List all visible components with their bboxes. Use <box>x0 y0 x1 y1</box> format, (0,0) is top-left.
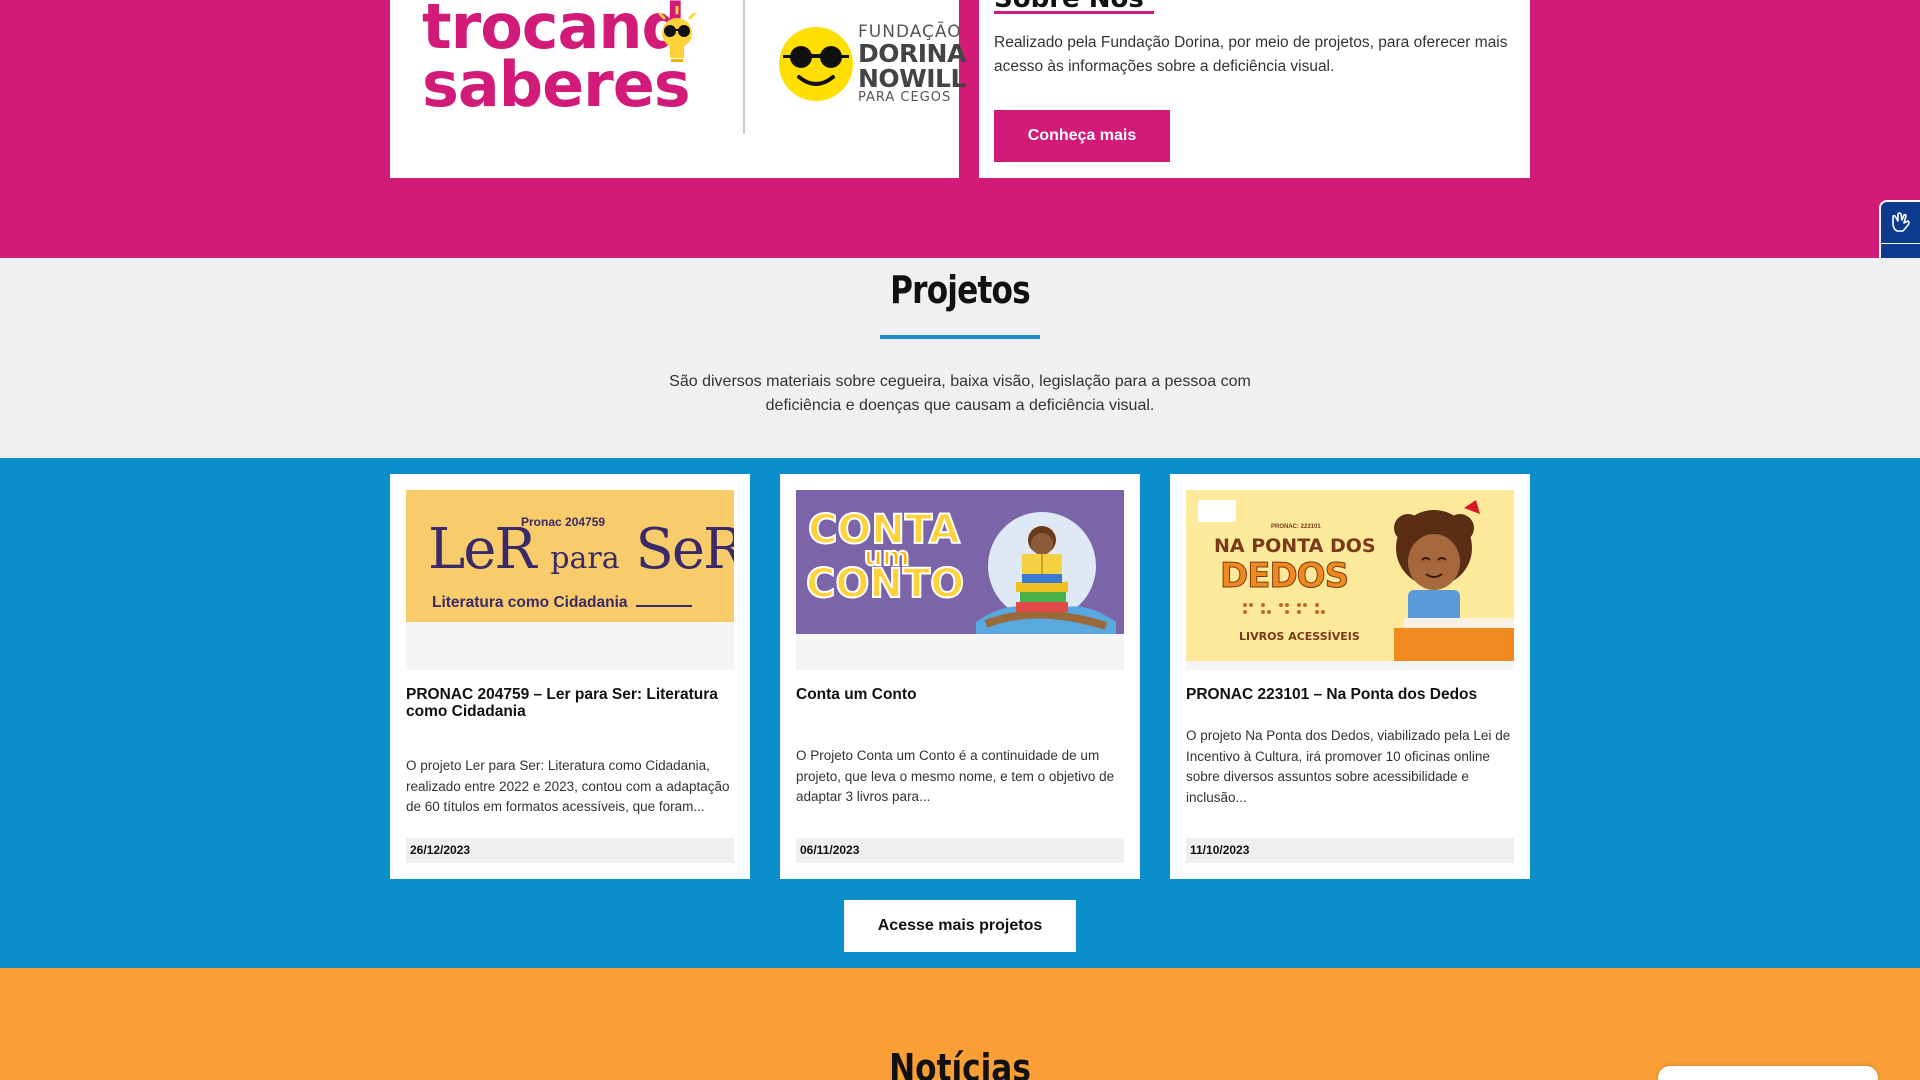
project-card-conta-um-conto[interactable]: CONTA um CONTO Conta um Conto O Projeto … <box>780 474 1140 879</box>
project-card-date: 06/11/2023 <box>796 838 1124 863</box>
projects-title: Projetos <box>890 268 1031 312</box>
ler-para-ser-title-art: LeR para SeR <box>428 520 734 589</box>
trocando-saberes-logo: trocand saberes <box>422 0 691 121</box>
dorina-line-3: NOWILL <box>858 64 966 93</box>
livros-acessiveis-label: LIVROS ACESSÍVEIS <box>1239 630 1360 643</box>
about-text: Realizado pela Fundação Dorina, por meio… <box>994 34 1508 75</box>
project-card-title[interactable]: PRONAC 223101 – Na Ponta dos Dedos <box>1186 686 1514 703</box>
project-card-excerpt: O projeto Na Ponta dos Dedos, viabilizad… <box>1186 728 1511 805</box>
project-card-excerpt: O projeto Ler para Ser: Literatura como … <box>406 758 730 814</box>
project-card-excerpt: O Projeto Conta um Conto é a continuidad… <box>796 748 1115 804</box>
projects-header: Projetos São diversos materiais sobre ce… <box>0 258 1920 458</box>
about-title-underline <box>994 11 1154 14</box>
about-section: trocand saberes FUNDAÇÃO DORINA NOWILL P… <box>0 0 1920 258</box>
conheca-mais-button[interactable]: Conheça mais <box>994 110 1170 162</box>
dorina-nowill-wordmark: FUNDAÇÃO DORINA NOWILL PARA CEGOS <box>858 24 966 105</box>
dorina-line-2: DORINA <box>858 39 966 68</box>
project-image-conta-um-conto[interactable]: CONTA um CONTO <box>796 490 1124 670</box>
ser-word: SeR <box>635 517 734 582</box>
projects-description: São diversos materiais sobre cegueira, b… <box>669 373 1251 414</box>
ler-para-ser-banner: Pronac 204759 LeR para SeR Literatura co… <box>406 490 734 622</box>
girl-reading-braille-illustration <box>1394 500 1514 661</box>
sponsor-logo <box>1198 500 1236 522</box>
conta-um-conto-banner: CONTA um CONTO <box>796 490 1124 634</box>
braille-dots-icon <box>1243 603 1325 614</box>
project-card-date: 26/12/2023 <box>406 838 734 863</box>
news-title: Notícias <box>889 1046 1031 1080</box>
chat-widget-tab[interactable] <box>1658 1066 1878 1080</box>
na-ponta-pronac: PRONAC: 223101 <box>1271 524 1321 530</box>
lightbulb-sunglasses-icon <box>658 6 696 62</box>
project-card-title[interactable]: PRONAC 204759 – Ler para Ser: Literatura… <box>406 686 734 720</box>
project-image-na-ponta-dos-dedos[interactable]: PRONAC: 223101 NA PONTA DOS DEDOS LIVROS… <box>1186 490 1514 670</box>
more-projects-button[interactable]: Acesse mais projetos <box>844 900 1076 952</box>
project-card-date: 11/10/2023 <box>1186 838 1514 863</box>
sign-language-button[interactable] <box>1881 202 1920 244</box>
conto-word: CONTO <box>805 561 965 607</box>
ler-word: LeR <box>428 517 536 582</box>
na-ponta-dos-dedos-banner: PRONAC: 223101 NA PONTA DOS DEDOS LIVROS… <box>1186 490 1514 661</box>
sign-language-hand-icon <box>1891 211 1910 232</box>
project-card-ler-para-ser[interactable]: Pronac 204759 LeR para SeR Literatura co… <box>390 474 750 879</box>
projects-title-underline <box>880 335 1040 339</box>
na-ponta-dos-line: NA PONTA DOS <box>1214 535 1376 557</box>
ler-para-ser-subtitle: Literatura como Cidadania <box>432 594 628 611</box>
news-section: Notícias <box>0 968 1920 1080</box>
project-card-na-ponta-dos-dedos[interactable]: PRONAC: 223101 NA PONTA DOS DEDOS LIVROS… <box>1170 474 1530 879</box>
logo-line-2: saberes <box>422 48 691 121</box>
dedos-word: DEDOS <box>1219 556 1349 597</box>
project-card-title[interactable]: Conta um Conto <box>796 686 1124 703</box>
projects-list: Pronac 204759 LeR para SeR Literatura co… <box>0 458 1920 968</box>
logo-separator <box>743 0 745 134</box>
child-reading-books-illustration <box>976 512 1116 634</box>
trocando-saberes-logo-card: trocand saberes FUNDAÇÃO DORINA NOWILL P… <box>390 0 966 178</box>
ler-para-ser-line <box>636 605 692 607</box>
about-card: Sobre Nós Realizado pela Fundação Dorina… <box>979 0 1530 178</box>
para-word: para <box>550 541 620 576</box>
dorina-line-4: PARA CEGOS <box>858 90 952 105</box>
dorina-smiley-logo <box>779 27 853 101</box>
project-image-ler-para-ser[interactable]: Pronac 204759 LeR para SeR Literatura co… <box>406 490 734 670</box>
